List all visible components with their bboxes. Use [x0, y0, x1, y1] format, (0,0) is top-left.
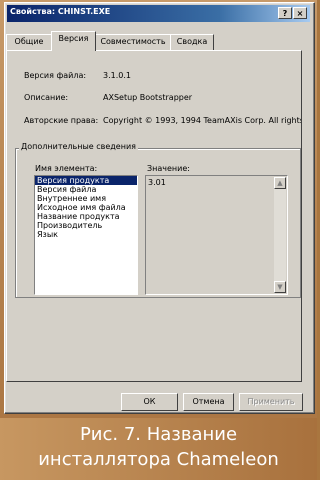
list-item[interactable]: Версия файла: [35, 185, 137, 194]
apply-button[interactable]: Применить: [239, 393, 303, 411]
cancel-button[interactable]: Отмена: [183, 393, 234, 411]
value-text: 3.01: [148, 178, 166, 187]
list-item[interactable]: Внутреннее имя: [35, 194, 137, 203]
item-name-header: Имя элемента:: [35, 164, 98, 173]
list-item[interactable]: Язык: [35, 230, 137, 239]
close-button[interactable]: ×: [293, 7, 307, 19]
tab-general[interactable]: Общие: [6, 34, 52, 50]
tab-summary[interactable]: Сводка: [170, 34, 214, 50]
file-version-label: Версия файла:: [24, 71, 87, 80]
copyright-label: Авторские права:: [24, 116, 99, 125]
ok-button[interactable]: ОК: [121, 393, 178, 411]
scroll-down-icon[interactable]: ▼: [274, 281, 286, 293]
tab-compatibility[interactable]: Совместимость: [95, 34, 171, 50]
figure-caption: Рис. 7. Название инсталлятора Chameleon: [0, 418, 317, 480]
help-button[interactable]: ?: [278, 7, 292, 19]
scroll-up-icon[interactable]: ▲: [274, 177, 286, 189]
title-bar[interactable]: Свойства: CHINST.EXE ? ×: [7, 5, 310, 22]
list-item[interactable]: Версия продукта: [35, 176, 137, 185]
file-version-value: 3.1.0.1: [103, 71, 131, 80]
group-title: Дополнительные сведения: [19, 142, 138, 151]
list-item[interactable]: Производитель: [35, 221, 137, 230]
value-scrollbar[interactable]: ▲ ▼: [274, 177, 286, 293]
item-name-list[interactable]: Версия продукта Версия файла Внутреннее …: [34, 175, 138, 295]
list-item[interactable]: Название продукта: [35, 212, 137, 221]
value-header: Значение:: [147, 164, 190, 173]
value-textbox[interactable]: 3.01 ▲ ▼: [145, 175, 288, 295]
caption-line-1: Рис. 7. Название: [79, 424, 238, 445]
description-value: AXSetup Bootstrapper: [103, 93, 193, 102]
tab-version[interactable]: Версия: [51, 31, 96, 51]
description-label: Описание:: [24, 93, 69, 102]
window-title: Свойства: CHINST.EXE: [10, 7, 111, 16]
copyright-value: Copyright © 1993, 1994 TeamAXis Corp. Al…: [103, 116, 301, 125]
list-item[interactable]: Исходное имя файла: [35, 203, 137, 212]
caption-line-2: инсталлятора Chameleon: [38, 449, 279, 470]
